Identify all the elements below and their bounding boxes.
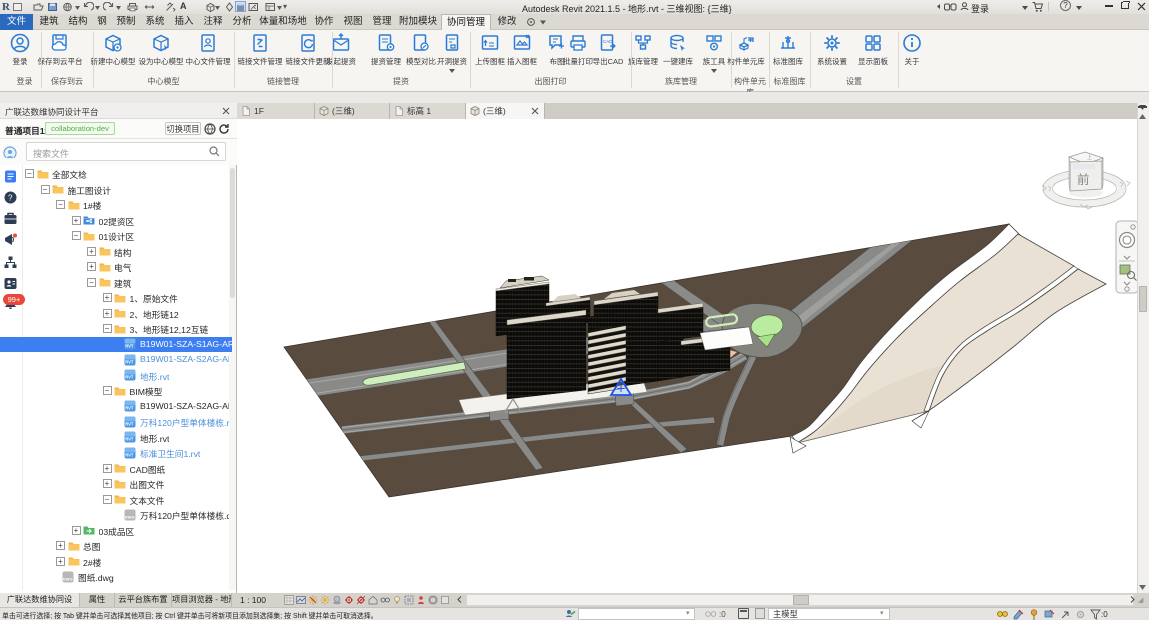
svg-text:RVT: RVT: [125, 344, 134, 349]
svg-text:DWG: DWG: [125, 514, 135, 519]
svg-text:DWG: DWG: [63, 576, 73, 581]
svg-text:CAD: CAD: [603, 39, 613, 44]
svg-text:?: ?: [8, 194, 13, 203]
svg-text:RVT: RVT: [125, 375, 134, 380]
svg-text:RVT: RVT: [125, 359, 134, 364]
svg-text:前: 前: [1077, 172, 1090, 187]
svg-text:RVT: RVT: [125, 406, 134, 411]
svg-text:RVT: RVT: [125, 452, 134, 457]
svg-text:RVT: RVT: [125, 421, 134, 426]
svg-text:上: 上: [1087, 154, 1092, 161]
svg-text:RVT: RVT: [125, 437, 134, 442]
